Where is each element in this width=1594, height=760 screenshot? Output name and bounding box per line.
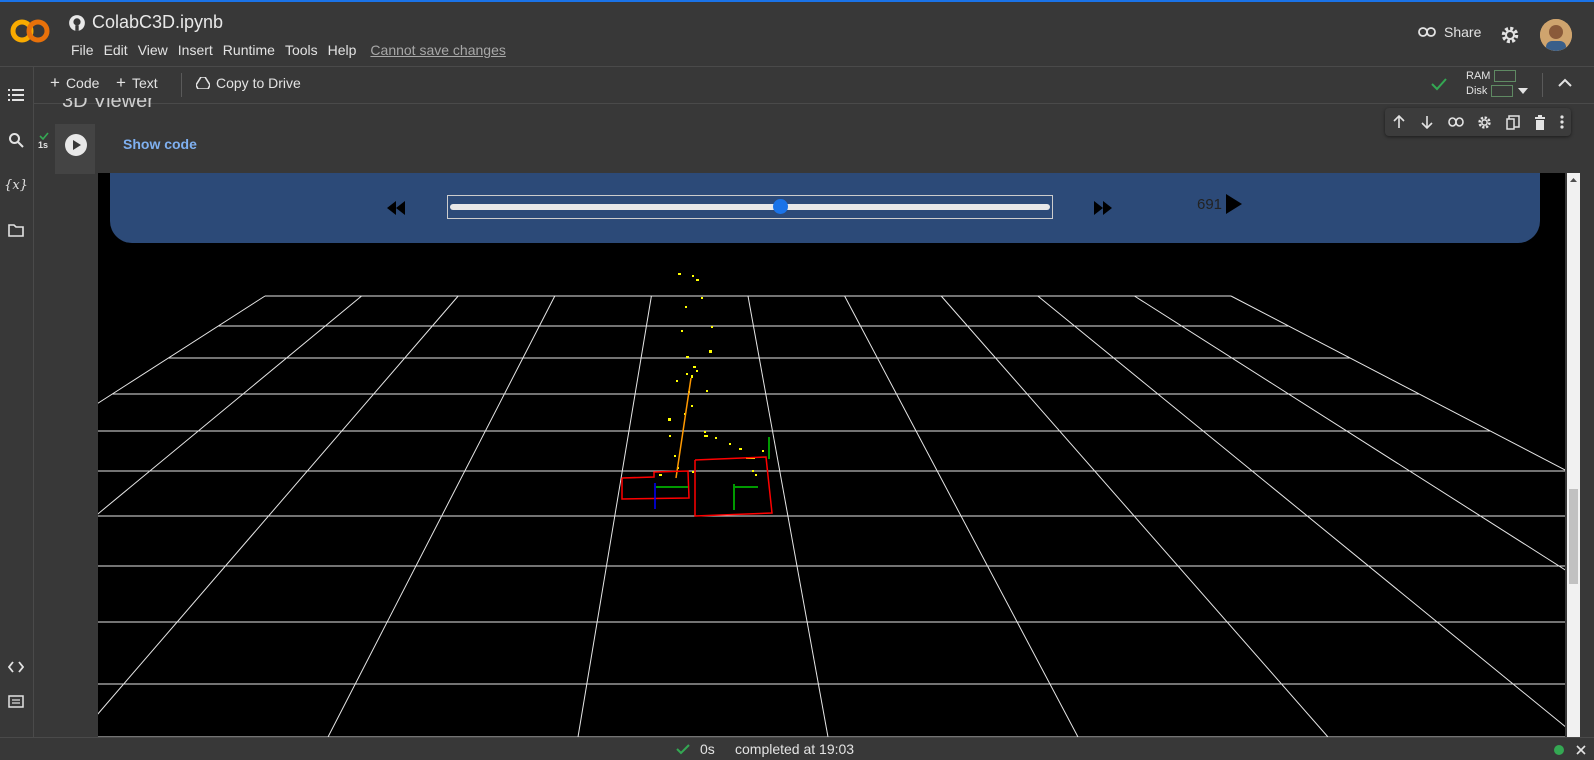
show-code-link[interactable]: Show code [123,136,197,152]
mirror-cell-icon[interactable] [1506,114,1521,130]
disk-bar [1491,85,1514,98]
viewer-canvas[interactable] [98,173,1565,737]
link-cell-icon[interactable] [1447,117,1464,127]
files-folder-icon[interactable] [6,220,26,240]
play-icon[interactable] [1226,194,1242,214]
ram-bar [1494,70,1517,83]
user-avatar[interactable] [1540,19,1572,51]
toolbar-divider-right [1542,73,1543,97]
menu-tools[interactable]: Tools [280,42,323,58]
more-options-icon[interactable] [1560,115,1564,129]
rewind-icon[interactable] [387,201,407,215]
viewer-output[interactable]: 691 [98,173,1565,737]
play-icon [73,140,81,150]
cell-exec-time: 1s [38,140,49,150]
share-button[interactable]: Share [1418,24,1481,40]
google-drive-icon [196,77,210,89]
frame-number: 691 [1197,196,1223,213]
run-cell-gutter [55,124,95,174]
move-down-icon[interactable] [1420,115,1434,129]
github-icon [69,14,85,31]
plus-icon: + [116,73,126,92]
ram-label: RAM [1466,70,1491,82]
menu-insert[interactable]: Insert [173,42,218,58]
add-code-label: Code [65,75,100,91]
runtime-dropdown-icon[interactable] [1518,81,1528,97]
terminal-keyboard-icon[interactable] [6,691,26,711]
settings-gear-icon[interactable] [1500,25,1520,45]
avatar-image [1540,19,1572,51]
disk-label: Disk [1466,85,1488,98]
execution-duration: 0s [700,741,715,757]
left-sidebar: {𝑥} [0,67,34,737]
resource-monitor[interactable]: RAM Disk [1466,70,1517,98]
fast-forward-icon[interactable] [1092,201,1112,215]
completed-time: completed at 19:03 [735,741,855,757]
menu-file[interactable]: File [66,42,99,58]
share-label: Share [1444,24,1482,40]
delete-cell-icon[interactable] [1534,114,1546,130]
link-icon [1418,27,1436,37]
add-code-button[interactable]: + Code [50,73,100,92]
colab-logo[interactable] [8,14,52,48]
run-cell-button[interactable] [65,134,87,156]
search-icon[interactable] [6,130,26,150]
menu-help[interactable]: Help [323,42,362,58]
cell-execution-status: 1s [38,132,49,150]
header: ColabC3D.ipynb File Edit View Insert Run… [0,2,1594,67]
output-scrollbar[interactable] [1567,173,1580,737]
connected-check-icon [1431,77,1447,94]
close-icon[interactable] [1576,745,1586,755]
plus-icon: + [50,73,60,92]
move-up-icon[interactable] [1392,115,1406,129]
scroll-up-arrow-icon[interactable] [1567,175,1580,185]
menu-edit[interactable]: Edit [99,42,133,58]
menu-runtime[interactable]: Runtime [218,42,280,58]
status-bar: 0s completed at 19:03 [0,737,1594,760]
table-of-contents-icon[interactable] [6,85,26,105]
cell-settings-gear-icon[interactable] [1477,115,1492,130]
add-text-label: Text [131,75,158,91]
notebook-title[interactable]: ColabC3D.ipynb [92,12,223,33]
add-text-button[interactable]: + Text [116,73,158,92]
copy-to-drive-button[interactable]: Copy to Drive [196,75,301,91]
playback-controls: 691 [110,173,1540,243]
slider-thumb[interactable] [773,199,788,214]
frame-slider[interactable] [447,195,1053,219]
cannot-save-link[interactable]: Cannot save changes [365,42,510,58]
success-check-icon [676,744,690,755]
title-row: ColabC3D.ipynb [68,12,223,33]
slider-track [450,204,1050,210]
toolbar-divider [181,73,182,97]
menu-view[interactable]: View [133,42,173,58]
menu-bar: File Edit View Insert Runtime Tools Help… [66,42,511,58]
cell-toolbar [1385,108,1571,136]
variables-icon[interactable]: {𝑥} [4,175,28,195]
notebook-toolbar: + Code + Text Copy to Drive RAM Disk [34,67,1594,104]
copy-to-drive-label: Copy to Drive [216,75,301,91]
code-snippets-icon[interactable] [6,657,26,677]
collapse-header-icon[interactable] [1558,75,1572,91]
scroll-thumb[interactable] [1569,489,1578,584]
connection-status-dot [1554,745,1564,755]
cell-success-check-icon [39,132,49,140]
